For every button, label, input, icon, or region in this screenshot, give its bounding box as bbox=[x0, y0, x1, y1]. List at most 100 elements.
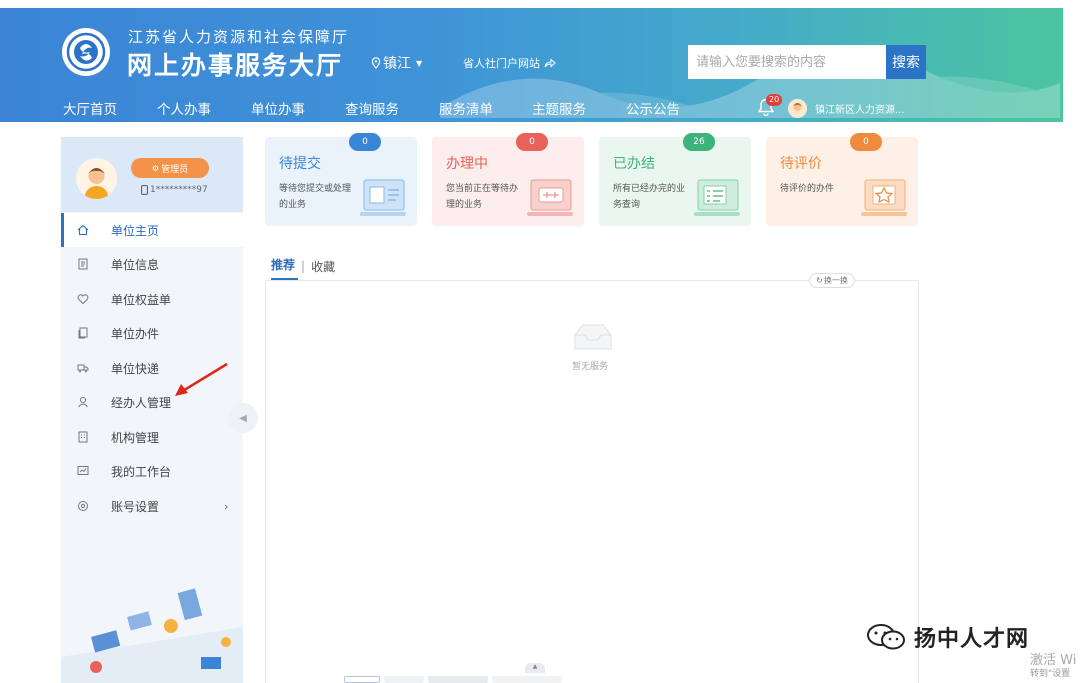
empty-inbox-icon bbox=[574, 324, 612, 350]
sidebar-item-unit-cases[interactable]: 单位办件 bbox=[61, 316, 243, 350]
phone-number: 1*********97 bbox=[141, 185, 208, 195]
building-icon bbox=[77, 431, 89, 443]
portal-link[interactable]: 省人社门户网站 bbox=[463, 55, 556, 71]
card-description: 您当前正在等待办理的业务 bbox=[446, 184, 519, 210]
share-icon bbox=[544, 58, 556, 68]
nav-home[interactable]: 大厅首页 bbox=[63, 94, 117, 122]
taskbar-strip bbox=[344, 676, 564, 683]
card-pending-review[interactable]: 0 待评价 待评价的办件 bbox=[766, 133, 918, 226]
card-description: 等待您提交或处理的业务 bbox=[279, 184, 352, 210]
user-name[interactable]: 镇江新区人力资源... bbox=[815, 101, 905, 116]
avatar-icon bbox=[76, 158, 117, 199]
truck-icon bbox=[77, 362, 89, 374]
sidebar-item-label: 单位办件 bbox=[111, 326, 160, 341]
sidebar-item-workbench[interactable]: 我的工作台 bbox=[61, 454, 243, 488]
notification-count: 20 bbox=[766, 94, 783, 106]
document-icon bbox=[77, 258, 89, 270]
nav-unit[interactable]: 单位办事 bbox=[251, 94, 305, 122]
main-nav: 大厅首页 个人办事 单位办事 查询服务 服务清单 主题服务 公示公告 bbox=[0, 94, 740, 122]
site-name: 网上办事服务大厅 bbox=[127, 51, 344, 80]
card-description: 所有已经办完的业务查询 bbox=[613, 184, 686, 210]
tab-separator: | bbox=[301, 259, 306, 273]
caret-down-icon: ▼ bbox=[416, 58, 423, 68]
person-icon bbox=[77, 396, 89, 408]
profile-panel: ⚙ 管理员 1*********97 bbox=[61, 137, 243, 212]
profile-avatar bbox=[76, 158, 117, 199]
sidebar-item-unit-benefits[interactable]: 单位权益单 bbox=[61, 282, 243, 316]
map-pin-icon bbox=[371, 57, 381, 69]
header: 江苏省人力资源和社会保障厅 网上办事服务大厅 镇江 ▼ 省人社门户网站 搜索 大… bbox=[0, 8, 1063, 122]
tab-favorite[interactable]: 收藏 bbox=[311, 258, 335, 275]
card-description: 待评价的办件 bbox=[780, 184, 835, 194]
in-progress-icon bbox=[527, 179, 573, 216]
empty-message: 暂无服务 bbox=[572, 362, 609, 372]
admin-icon: ⚙ bbox=[151, 163, 160, 173]
sidebar-item-label: 机构管理 bbox=[111, 430, 160, 445]
search-input[interactable] bbox=[688, 45, 886, 79]
site-logo[interactable] bbox=[62, 28, 110, 76]
annotation-arrow-icon bbox=[175, 362, 228, 396]
org-name: 江苏省人力资源和社会保障厅 bbox=[128, 28, 350, 46]
service-tabs: 推荐 | 收藏 bbox=[271, 254, 335, 280]
refresh-icon: ↻ bbox=[816, 276, 823, 285]
phone-icon bbox=[141, 185, 148, 195]
card-pending-submit[interactable]: 0 待提交 等待您提交或处理的业务 bbox=[265, 133, 417, 226]
phone-label: 1*********97 bbox=[150, 185, 208, 195]
nav-query[interactable]: 查询服务 bbox=[345, 94, 399, 122]
tab-recommend[interactable]: 推荐 bbox=[271, 256, 299, 280]
caret-left-icon: ◀ bbox=[239, 412, 247, 424]
location-label: 镇江 bbox=[383, 56, 411, 72]
files-icon bbox=[77, 327, 89, 339]
refresh-label: 换一换 bbox=[823, 276, 848, 285]
avatar-icon bbox=[788, 98, 807, 118]
sidebar-illustration bbox=[61, 588, 243, 683]
completed-list-icon bbox=[694, 179, 740, 216]
watermark-text: 扬中人才网 bbox=[914, 627, 1030, 652]
card-count-badge: 0 bbox=[516, 133, 548, 151]
nav-notices[interactable]: 公示公告 bbox=[626, 94, 680, 122]
nav-service-list[interactable]: 服务清单 bbox=[439, 94, 493, 122]
heart-icon bbox=[77, 293, 89, 305]
sidebar-item-label: 单位信息 bbox=[111, 257, 160, 272]
card-title: 待评价 bbox=[780, 156, 822, 172]
logo-emblem-icon bbox=[66, 32, 106, 72]
search-button[interactable]: 搜索 bbox=[886, 45, 926, 79]
submit-document-icon bbox=[360, 179, 406, 216]
card-count-badge: 0 bbox=[850, 133, 882, 151]
card-count-badge: 26 bbox=[683, 133, 715, 151]
sidebar-item-label: 我的工作台 bbox=[111, 464, 172, 479]
sidebar-item-unit-info[interactable]: 单位信息 bbox=[61, 247, 243, 281]
sidebar-item-label: 单位快递 bbox=[111, 361, 160, 376]
sidebar-collapse-button[interactable]: ◀ bbox=[228, 403, 258, 433]
card-title: 办理中 bbox=[446, 156, 488, 172]
service-content-panel: ↻ 换一换 暂无服务 bbox=[265, 273, 919, 683]
chevron-right-icon: › bbox=[224, 499, 229, 513]
sidebar-item-account-settings[interactable]: 账号设置 › bbox=[61, 489, 243, 523]
page: 江苏省人力资源和社会保障厅 网上办事服务大厅 镇江 ▼ 省人社门户网站 搜索 大… bbox=[0, 0, 1080, 683]
nav-personal[interactable]: 个人办事 bbox=[157, 94, 211, 122]
sidebar: ⚙ 管理员 1*********97 单位主页 单位信息 单位权益单 单位办件 … bbox=[61, 137, 243, 683]
scroll-up-button[interactable]: ▲ bbox=[525, 663, 545, 673]
sidebar-item-unit-home[interactable]: 单位主页 bbox=[61, 213, 243, 247]
sidebar-item-label: 单位主页 bbox=[111, 223, 160, 238]
card-count-badge: 0 bbox=[349, 133, 381, 151]
sidebar-item-label: 单位权益单 bbox=[111, 292, 172, 307]
wechat-icon bbox=[867, 624, 905, 650]
sidebar-item-label: 账号设置 bbox=[111, 499, 160, 514]
wechat-watermark: 扬中人才网 bbox=[866, 621, 1029, 653]
sidebar-item-org-management[interactable]: 机构管理 bbox=[61, 420, 243, 454]
sidebar-item-label: 经办人管理 bbox=[111, 395, 172, 410]
card-in-progress[interactable]: 0 办理中 您当前正在等待办理的业务 bbox=[432, 133, 584, 226]
user-avatar[interactable] bbox=[788, 98, 807, 118]
role-badge: ⚙ 管理员 bbox=[131, 158, 209, 178]
notification-button[interactable]: 20 bbox=[757, 94, 783, 118]
refresh-button[interactable]: ↻ 换一换 bbox=[809, 273, 855, 288]
nav-theme[interactable]: 主题服务 bbox=[532, 94, 586, 122]
card-completed[interactable]: 26 已办结 所有已经办完的业务查询 bbox=[599, 133, 751, 226]
settings-icon bbox=[77, 500, 89, 512]
monitor-icon bbox=[77, 465, 89, 477]
location-selector[interactable]: 镇江 ▼ bbox=[371, 53, 422, 73]
card-title: 待提交 bbox=[279, 156, 321, 172]
windows-activation-subtext: 转到"设置 bbox=[1030, 669, 1071, 679]
home-icon bbox=[77, 224, 89, 236]
